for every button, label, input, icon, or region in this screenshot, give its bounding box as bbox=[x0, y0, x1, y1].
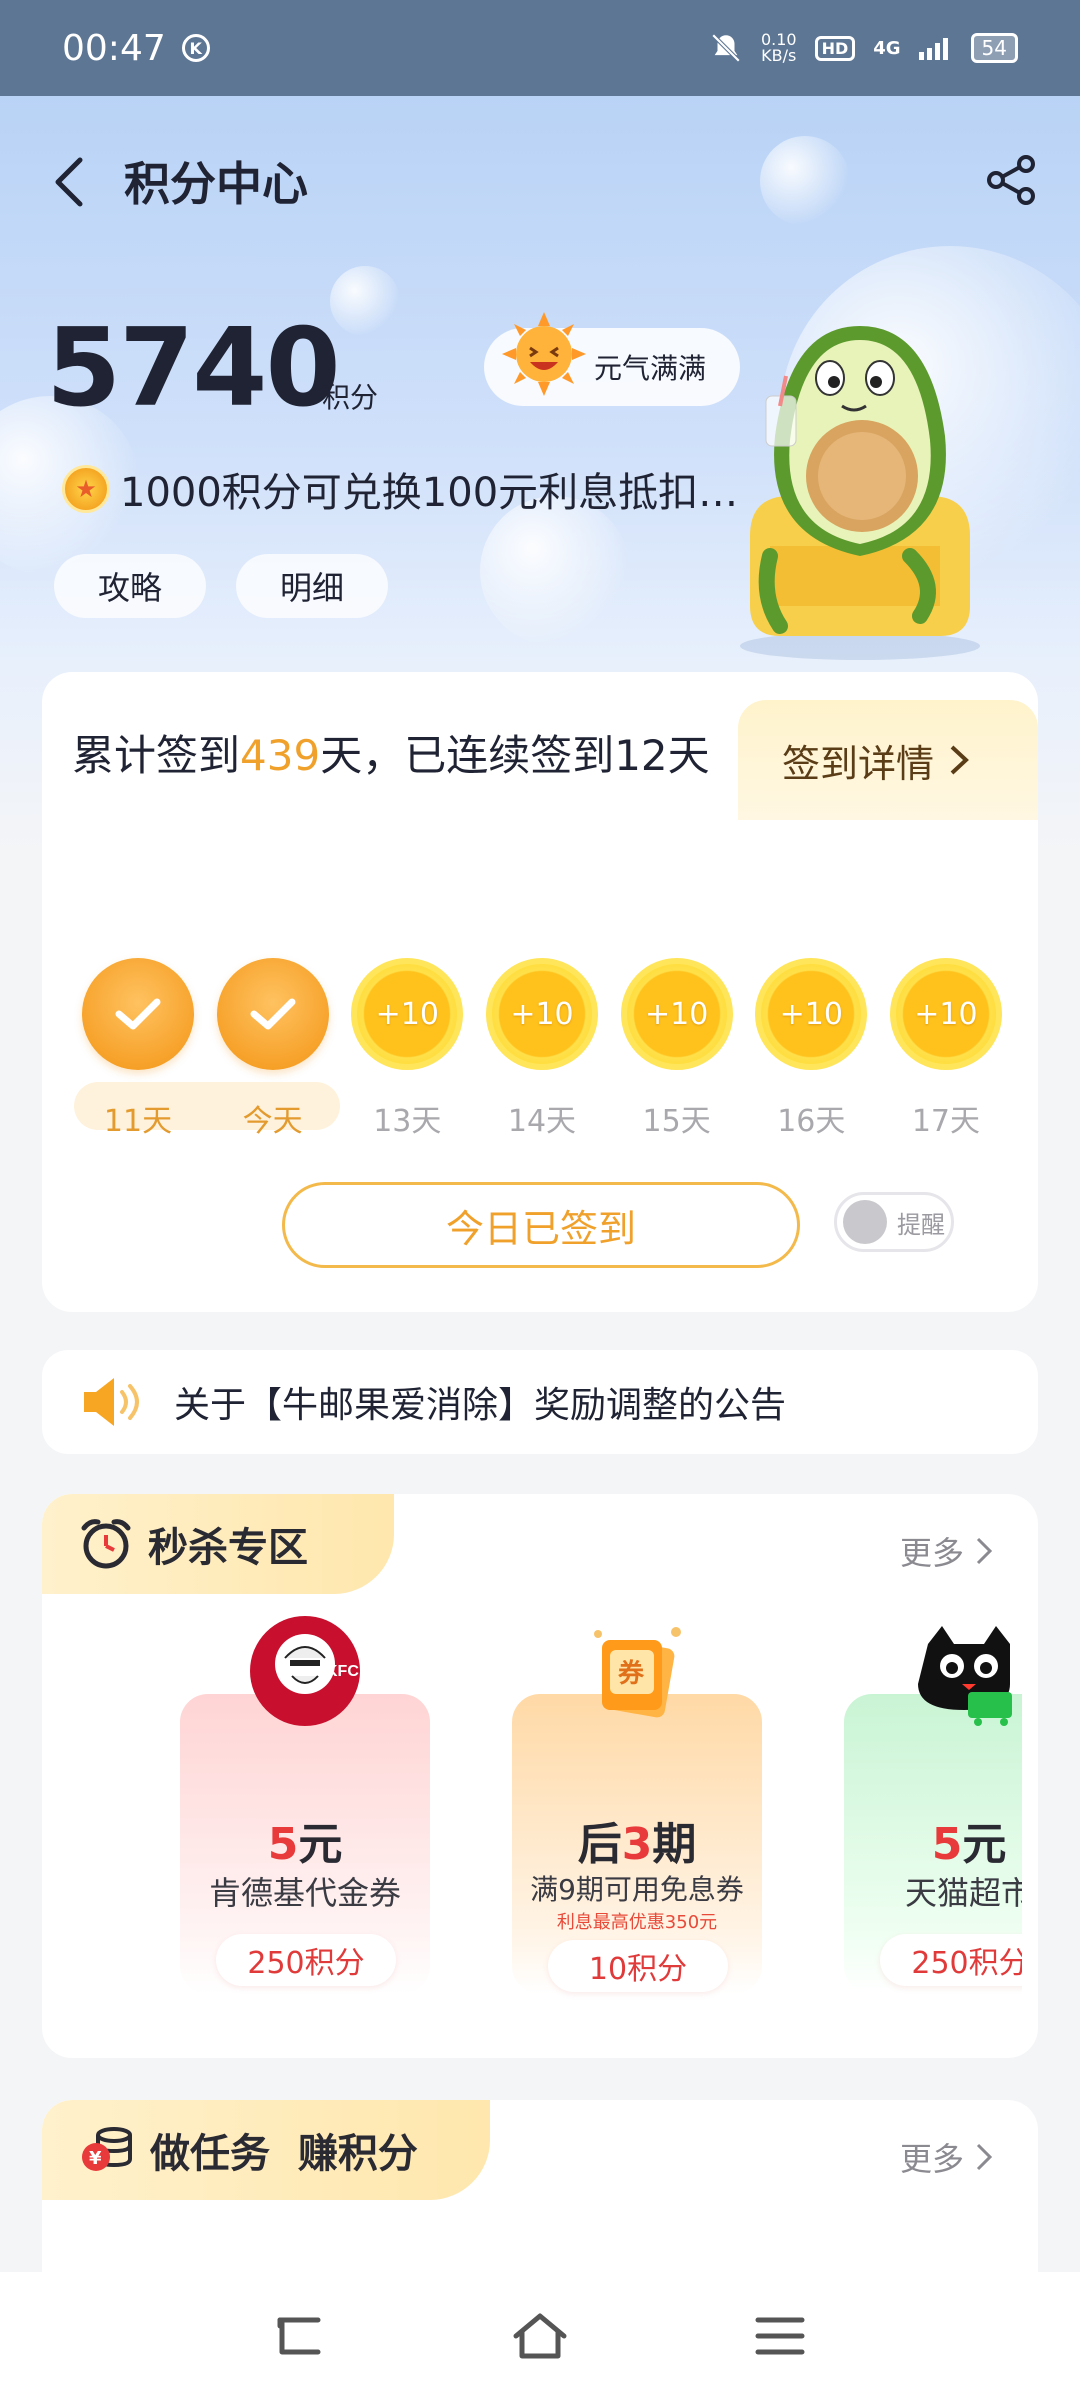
signal-indicator: 4G bbox=[873, 37, 901, 59]
decor-bubble bbox=[760, 136, 850, 226]
remind-label: 提醒 bbox=[897, 1210, 945, 1239]
sign-day: +10 17天 bbox=[889, 958, 1002, 1140]
points-unit: 积分 bbox=[322, 381, 379, 414]
sign-details-link[interactable]: 签到详情 bbox=[738, 700, 1038, 820]
flash-sale-header: 秒杀专区 bbox=[42, 1494, 394, 1594]
offer-card[interactable]: 5元 天猫超市 250积分 bbox=[844, 1614, 1022, 2024]
sign-day: +10 16天 bbox=[755, 958, 868, 1140]
strategy-button[interactable]: 攻略 bbox=[54, 554, 206, 618]
menu-nav-icon[interactable] bbox=[750, 2306, 810, 2366]
offer-note: 利息最高优惠350元 bbox=[556, 1912, 718, 1933]
flash-sale-section: 秒杀专区 更多 KFC 5元 肯德基代金券 250积分 券 后3期 满9期可用免… bbox=[42, 1494, 1038, 2058]
sign-days-row: 11天 今天 +10 13天 +10 14天 +10 15天 +10 16天 +… bbox=[82, 958, 1002, 1140]
offer-amount: 后3期 bbox=[577, 1819, 697, 1870]
tmall-cat-icon bbox=[918, 1626, 1012, 1726]
points-balance: 5740 bbox=[46, 306, 341, 431]
sign-day-label: 15天 bbox=[642, 1104, 711, 1139]
laughing-sun-icon bbox=[502, 312, 586, 396]
offer-carousel[interactable]: KFC 5元 肯德基代金券 250积分 券 后3期 满9期可用免息券 利息最高优… bbox=[138, 1614, 1022, 2034]
offer-card[interactable]: KFC 5元 肯德基代金券 250积分 bbox=[180, 1614, 430, 2024]
mute-bell-icon bbox=[711, 33, 741, 63]
signal-bars-icon bbox=[918, 38, 948, 60]
speaker-icon bbox=[84, 1378, 139, 1426]
flash-sale-more-link[interactable]: 更多 bbox=[900, 1528, 994, 1574]
reward-coin: +10 bbox=[620, 958, 733, 1070]
sign-day-label: 14天 bbox=[507, 1104, 577, 1139]
sign-day-label: 11天 bbox=[103, 1104, 173, 1139]
announcement-banner[interactable]: 关于【牛邮果爱消除】奖励调整的公告 bbox=[42, 1350, 1038, 1454]
flash-sale-title: 秒杀专区 bbox=[148, 1525, 308, 1571]
decor-bubble bbox=[330, 266, 400, 336]
k-badge-icon: K bbox=[181, 34, 210, 62]
sign-day-label: 17天 bbox=[911, 1104, 981, 1139]
reward-coin: +10 bbox=[755, 958, 868, 1070]
sign-details-label: 签到详情 bbox=[782, 741, 935, 786]
reward-coin: +10 bbox=[351, 958, 464, 1070]
signed-today-button[interactable]: 今日已签到 bbox=[282, 1182, 800, 1268]
toggle-knob bbox=[843, 1200, 887, 1244]
coin-stack-icon: ¥ bbox=[82, 2127, 132, 2171]
earn-points-title: 做任务 赚积分 bbox=[150, 2131, 418, 2177]
offer-price-button[interactable]: 10积分 bbox=[548, 1940, 728, 1992]
sign-day: +10 14天 bbox=[485, 958, 598, 1140]
offer-price-button[interactable]: 250积分 bbox=[216, 1934, 396, 1986]
sign-summary: 累计签到439天，已连续签到12天 bbox=[72, 731, 710, 780]
reward-coin: +10 bbox=[889, 958, 1002, 1070]
sign-day-label: 16天 bbox=[777, 1104, 846, 1139]
details-button[interactable]: 明细 bbox=[236, 554, 388, 618]
exchange-text: 1000积分可兑换100元利息抵扣… bbox=[120, 470, 739, 516]
page-title: 积分中心 bbox=[124, 157, 308, 211]
back-arrow-icon[interactable] bbox=[50, 152, 90, 212]
network-speed: 0.10 KB/s bbox=[760, 30, 797, 65]
kfc-logo-icon: KFC bbox=[250, 1616, 360, 1726]
reward-coin: +10 bbox=[485, 958, 598, 1070]
offer-name: 天猫超市 bbox=[904, 1874, 1022, 1912]
chevron-right-icon bbox=[976, 1537, 993, 1565]
alarm-clock-icon bbox=[81, 1519, 131, 1569]
earn-points-header: ¥ 做任务 赚积分 bbox=[42, 2100, 490, 2200]
sign-day: +10 15天 bbox=[620, 958, 733, 1140]
sign-day-today: 今天 bbox=[216, 958, 329, 1140]
announcement-text: 关于【牛邮果爱消除】奖励调整的公告 bbox=[174, 1385, 787, 1426]
decor-bubble bbox=[480, 496, 630, 646]
sign-in-card: 签到详情 累计签到439天，已连续签到12天 11天 今天 +10 13天 +1… bbox=[42, 672, 1038, 1312]
offer-card[interactable]: 券 后3期 满9期可用免息券 利息最高优惠350元 10积分 bbox=[512, 1614, 762, 2024]
chevron-right-icon bbox=[976, 2143, 993, 2171]
status-time: 00:47 bbox=[62, 27, 166, 69]
sign-day-label: 今天 bbox=[242, 1104, 303, 1139]
chevron-right-icon bbox=[950, 745, 969, 775]
total-sign-days: 439 bbox=[240, 731, 321, 780]
offer-price-button[interactable]: 250积分 bbox=[880, 1934, 1022, 1986]
offer-name: 肯德基代金券 bbox=[208, 1874, 401, 1912]
sign-day-label: 13天 bbox=[373, 1104, 442, 1139]
system-nav-bar bbox=[0, 2272, 1080, 2400]
avocado-mascot-icon bbox=[740, 326, 980, 660]
svg-text:¥: ¥ bbox=[89, 2148, 102, 2169]
offer-amount: 5元 bbox=[267, 1819, 343, 1870]
status-bar: 00:47 K 0.10 KB/s HD 4G 54 bbox=[0, 0, 1080, 96]
star-coin-icon: ★ bbox=[62, 465, 110, 513]
sign-day: 11天 bbox=[82, 958, 194, 1140]
checkmark-coin-icon bbox=[216, 958, 329, 1070]
home-nav-icon[interactable] bbox=[510, 2306, 570, 2366]
checkmark-coin-icon bbox=[82, 958, 194, 1070]
back-nav-icon[interactable] bbox=[270, 2306, 330, 2366]
hd-badge: HD bbox=[814, 35, 856, 61]
coupon-icon: 券 bbox=[594, 1627, 681, 1718]
offer-amount: 5元 bbox=[931, 1819, 1007, 1870]
svg-text:券: 券 bbox=[618, 1659, 645, 1689]
exchange-info[interactable]: ★ 1000积分可兑换100元利息抵扣… bbox=[62, 460, 738, 518]
sign-day: +10 13天 bbox=[351, 958, 464, 1140]
offer-name: 满9期可用免息券 bbox=[530, 1873, 744, 1906]
battery-indicator: 54 bbox=[970, 33, 1018, 63]
tasks-more-link[interactable]: 更多 bbox=[900, 2134, 994, 2180]
share-icon[interactable] bbox=[982, 150, 1042, 210]
remind-toggle[interactable]: 提醒 bbox=[834, 1192, 954, 1252]
mood-label: 元气满满 bbox=[594, 352, 707, 385]
svg-text:KFC: KFC bbox=[326, 1663, 359, 1680]
